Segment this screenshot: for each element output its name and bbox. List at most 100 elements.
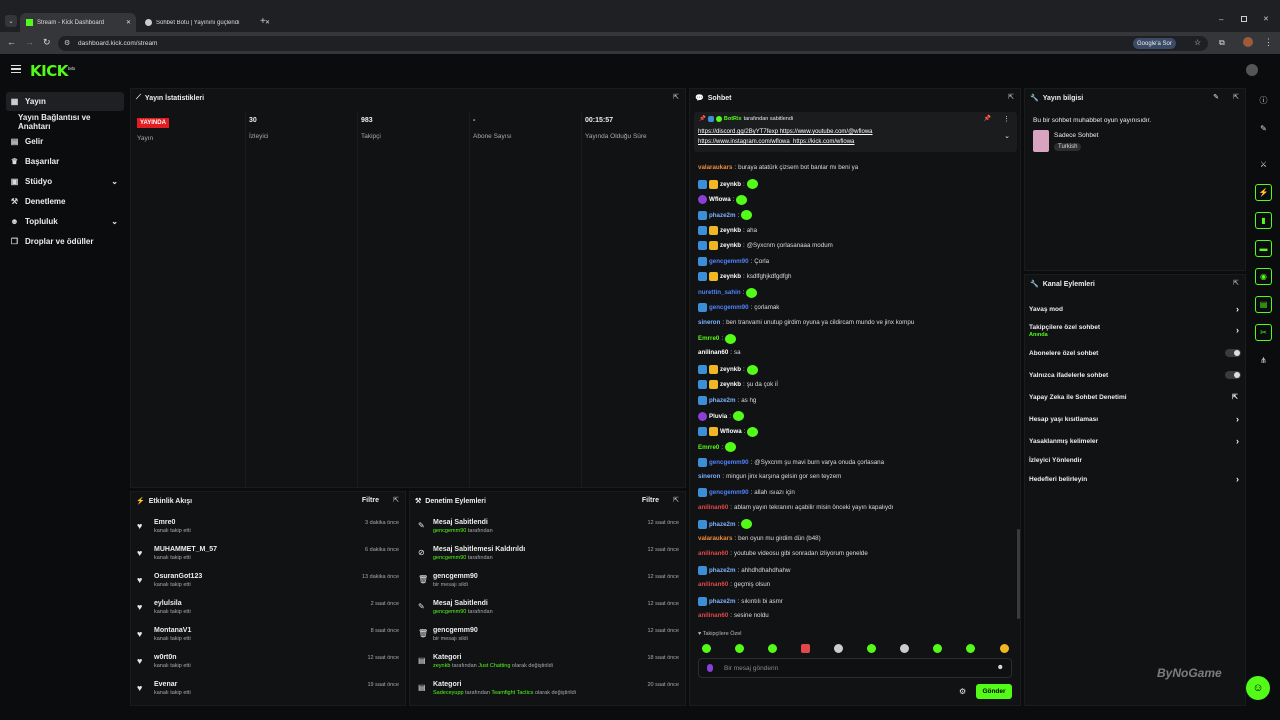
broadcast-icon[interactable]: ◉ xyxy=(1255,268,1272,285)
chat-username[interactable]: gencgemm90 xyxy=(709,258,749,265)
emoji-icon[interactable]: ☻ xyxy=(997,664,1004,671)
reload-icon[interactable]: ↻ xyxy=(43,37,51,48)
popout-icon[interactable]: ⇱ xyxy=(393,496,399,504)
action-user[interactable]: Sadeceyupp xyxy=(433,690,464,696)
chat-icon[interactable]: ▬ xyxy=(1255,240,1272,257)
chat-username[interactable]: Emrre0 xyxy=(698,444,719,451)
category-name[interactable]: Sadece Sohbet xyxy=(1054,132,1098,139)
chat-username[interactable]: zeynkb xyxy=(720,227,741,234)
edit-icon[interactable]: ✎ xyxy=(1255,120,1272,137)
pinned-by-user[interactable]: BotRix xyxy=(724,116,742,122)
stats-icon[interactable]: ▮ xyxy=(1255,212,1272,229)
chat-username[interactable]: valaraukars xyxy=(698,535,732,542)
url-text[interactable]: dashboard.kick.com/stream xyxy=(78,40,157,47)
chat-username[interactable]: sineron xyxy=(698,473,720,480)
back-icon[interactable]: ← xyxy=(7,37,16,47)
chat-username[interactable]: valaraukars xyxy=(698,164,732,171)
sidebar-item-revenue[interactable]: ▤ Gelir xyxy=(6,132,124,151)
forward-icon[interactable]: → xyxy=(25,37,34,47)
popout-icon[interactable]: ⇱ xyxy=(1233,279,1239,287)
chat-username[interactable]: phaze2m xyxy=(709,212,735,219)
emote-icon[interactable] xyxy=(900,644,909,653)
help-chat-icon[interactable]: ☺ xyxy=(1246,676,1270,700)
address-bar[interactable]: ⚙ dashboard.kick.com/stream Google'a Sor… xyxy=(58,36,1208,51)
chat-username[interactable]: nurettin_sahin xyxy=(698,289,741,296)
chat-username[interactable]: sineron xyxy=(698,319,720,326)
popout-icon[interactable]: ⇱ xyxy=(673,93,679,101)
profile-avatar[interactable] xyxy=(1243,37,1253,47)
moderation-icon[interactable]: ▤ xyxy=(1255,296,1272,313)
bookmark-icon[interactable]: ☆ xyxy=(1194,38,1201,47)
emotes-only-toggle[interactable] xyxy=(1225,371,1241,379)
action-user[interactable]: gencgemm90 xyxy=(433,528,466,534)
unpin-icon[interactable]: 📌 xyxy=(984,115,991,122)
hamburger-menu-icon[interactable] xyxy=(11,65,21,73)
extensions-icon[interactable]: ⧉ xyxy=(1219,38,1225,48)
kick-logo[interactable]: KICKbeta xyxy=(30,62,75,80)
goals-row[interactable]: Hedefleri belirleyin › xyxy=(1029,474,1241,484)
sidebar-item-stream[interactable]: ▦ Yayın xyxy=(6,92,124,111)
event-username[interactable]: w0rt0n xyxy=(154,654,399,661)
chat-username[interactable]: anilinan60 xyxy=(698,550,728,557)
chat-username[interactable]: gencgemm90 xyxy=(709,459,749,466)
more-options-icon[interactable]: ⋮ xyxy=(1003,115,1010,123)
chat-username[interactable]: zeynkb xyxy=(720,381,741,388)
event-username[interactable]: eylulsila xyxy=(154,600,399,607)
close-icon[interactable]: ✕ xyxy=(126,19,131,26)
emote-icon[interactable] xyxy=(1000,644,1009,653)
tab-kick-dashboard[interactable]: Stream - Kick Dashboard ✕ xyxy=(20,13,136,32)
sidebar-item-achievements[interactable]: ♛ Başarılar xyxy=(6,152,124,171)
user-avatar[interactable] xyxy=(1246,64,1258,76)
send-button[interactable]: Gönder xyxy=(976,684,1012,699)
lightning-icon[interactable]: ⚡ xyxy=(1255,184,1272,201)
emote-icon[interactable] xyxy=(735,644,744,653)
filter-button[interactable]: Filtre xyxy=(362,497,379,504)
chevron-down-icon[interactable]: ⌄ xyxy=(1004,132,1010,140)
chat-username[interactable]: Emrre0 xyxy=(698,335,719,342)
popout-icon[interactable]: ⇱ xyxy=(1233,93,1239,101)
banned-words-row[interactable]: Yasaklanmış kelimeler › xyxy=(1029,436,1241,446)
microphone-icon[interactable] xyxy=(707,664,713,672)
sidebar-item-moderation[interactable]: ⚒ Denetleme xyxy=(6,192,124,211)
info-icon[interactable]: ⓘ xyxy=(1255,92,1272,109)
event-username[interactable]: Evenar xyxy=(154,681,399,688)
chat-username[interactable]: anilinan60 xyxy=(698,612,728,619)
wrench-icon[interactable]: ✂ xyxy=(1255,324,1272,341)
chat-username[interactable]: zeynkb xyxy=(720,181,741,188)
filter-button[interactable]: Filtre xyxy=(642,497,659,504)
emote-icon[interactable] xyxy=(966,644,975,653)
action-user[interactable]: gencgemm90 xyxy=(433,609,466,615)
emote-icon[interactable] xyxy=(867,644,876,653)
chat-username[interactable]: gencgemm90 xyxy=(709,304,749,311)
popout-icon[interactable]: ⇱ xyxy=(1008,93,1014,101)
site-info-icon[interactable]: ⚙ xyxy=(64,39,70,47)
slow-mode-row[interactable]: Yavaş mod › xyxy=(1029,304,1241,314)
emote-icon[interactable] xyxy=(933,644,942,653)
chat-username[interactable]: Wflowa xyxy=(709,196,731,203)
action-name[interactable]: gencgemm90 xyxy=(433,573,679,580)
ai-moderation-row[interactable]: Yapay Zeka ile Sohbet Denetimi ⇱ xyxy=(1029,394,1241,401)
action-user[interactable]: zeynkb xyxy=(433,663,450,669)
chat-username[interactable]: phaze2m xyxy=(709,567,735,574)
action-name[interactable]: gencgemm90 xyxy=(433,627,679,634)
chat-username[interactable]: zeynkb xyxy=(720,273,741,280)
chat-username[interactable]: zeynkb xyxy=(720,242,741,249)
action-user[interactable]: gencgemm90 xyxy=(433,555,466,561)
followers-only-row[interactable]: Takipçilere özel sohbet Anında › xyxy=(1029,324,1241,338)
sidebar-item-stream-key[interactable]: Yayın Bağlantısı ve Anahtarı xyxy=(6,112,124,131)
chat-username[interactable]: gencgemm90 xyxy=(709,489,749,496)
maximize-icon[interactable] xyxy=(1241,16,1247,22)
emote-icon[interactable] xyxy=(801,644,810,653)
chat-username[interactable]: anilinan60 xyxy=(698,349,728,356)
sidebar-item-community[interactable]: ☻ Topluluk ⌄ xyxy=(6,212,124,231)
chat-username[interactable]: phaze2m xyxy=(709,521,735,528)
pinned-link[interactable]: https://www.youtube.com/@wflowa xyxy=(780,129,873,135)
tab-search-icon[interactable]: ⌄ xyxy=(5,15,17,27)
chat-username[interactable]: Wflowa xyxy=(720,428,742,435)
edit-icon[interactable]: ✎ xyxy=(1213,93,1219,101)
chat-username[interactable]: anilinan60 xyxy=(698,504,728,511)
pinned-link[interactable]: https://kick.com/wflowa xyxy=(793,139,854,145)
browser-menu-icon[interactable]: ⋮ xyxy=(1264,37,1273,48)
share-icon[interactable]: ⋔ xyxy=(1255,352,1272,369)
chat-username[interactable]: phaze2m xyxy=(709,598,735,605)
